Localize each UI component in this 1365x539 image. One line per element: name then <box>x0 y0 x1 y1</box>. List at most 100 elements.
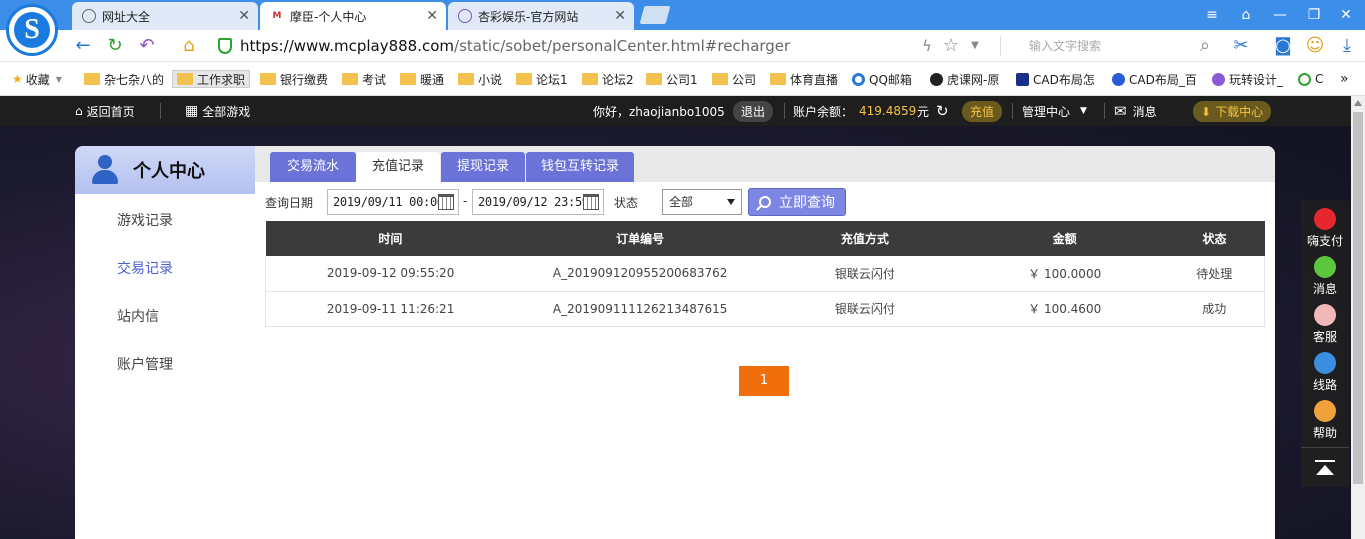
table-header-row: 时间 订单编号 充值方式 金额 状态 <box>265 221 1265 256</box>
sidebar-item-game-records[interactable]: 游戏记录 <box>117 210 173 230</box>
close-tab-icon[interactable]: ✕ <box>238 8 250 24</box>
cell-time: 2019-09-11 11:26:21 <box>265 291 516 327</box>
query-button[interactable]: 立即查询 <box>748 188 846 216</box>
bookmark-folder[interactable]: 银行缴费 <box>260 70 328 88</box>
bookmark-folder[interactable]: 考试 <box>342 70 386 88</box>
address-bar: ← ↻ ↶ ⌂ https://www.mcplay888.com/static… <box>0 30 1365 62</box>
cell-time: 2019-09-12 09:55:20 <box>265 256 516 292</box>
browser-tab-1[interactable]: 网址大全 ✕ <box>72 2 258 30</box>
bookmark-folder[interactable]: 小说 <box>458 70 502 88</box>
browser-logo-icon[interactable]: S <box>6 4 58 56</box>
bookmark-folder[interactable]: 暖通 <box>400 70 444 88</box>
browser-tab-2[interactable]: M 摩臣-个人中心 ✕ <box>260 2 446 30</box>
refresh-icon[interactable]: ↻ <box>104 35 126 57</box>
calendar-icon[interactable] <box>583 194 599 210</box>
new-tab-button[interactable] <box>639 6 671 24</box>
scroll-up-icon[interactable] <box>1354 100 1362 106</box>
messages-link[interactable]: ✉ 消息 <box>1114 96 1157 126</box>
bookmark-folder[interactable]: 论坛2 <box>582 70 634 88</box>
query-filters: 查询日期 2019/09/11 00:00 - 2019/09/12 23:59… <box>255 188 1275 216</box>
bookmark-folder[interactable]: 体育直播 <box>770 70 838 88</box>
image-search-icon[interactable]: ◙ <box>1272 35 1294 57</box>
tab-wallet-transfer-records[interactable]: 钱包互转记录 <box>526 152 634 182</box>
bookmark-folder[interactable]: 杂七杂八的 <box>84 70 164 88</box>
search-icon[interactable]: ⌕ <box>1194 35 1216 57</box>
bookmark-folder[interactable]: 公司 <box>712 70 756 88</box>
logout-button[interactable]: 退出 <box>733 96 774 126</box>
bookmark-link[interactable]: C <box>1298 70 1323 88</box>
scissors-icon[interactable]: ✂ <box>1230 35 1252 57</box>
site-top-nav: ⌂ 返回首页 ▦ 全部游戏 你好，zhaojianbo1005 退出 账户余额： 4… <box>0 96 1351 126</box>
cell-order-id: A_20190912095520068376​2 <box>515 256 766 292</box>
folder-icon <box>646 73 662 85</box>
home-link[interactable]: ⌂ 返回首页 <box>75 96 135 126</box>
star-icon[interactable]: ☆ <box>940 35 962 57</box>
grid-icon: ▦ <box>185 103 199 119</box>
sidebar-item-account-management[interactable]: 账户管理 <box>117 354 173 374</box>
bookmarks-bar: ★ 收藏 ▼ 杂七杂八的 工作求职 银行缴费 考试 暖通 小说 论坛1 论坛2 公司… <box>0 62 1365 96</box>
floatbar-service[interactable]: 客服 <box>1301 304 1349 345</box>
bookmark-link[interactable]: 虎课网-原 <box>930 70 999 88</box>
page-scrollbar[interactable] <box>1351 96 1365 539</box>
start-date-input[interactable]: 2019/09/11 00:00 <box>327 189 459 215</box>
status-select[interactable]: 全部 <box>662 189 742 215</box>
chevron-down-icon[interactable]: ▼ <box>964 35 986 57</box>
close-tab-icon[interactable]: ✕ <box>426 8 438 24</box>
column-header: 时间 <box>265 221 516 256</box>
close-tab-icon[interactable]: ✕ <box>614 8 626 24</box>
lightning-icon[interactable]: ϟ <box>916 35 938 57</box>
search-input[interactable]: 输入文字搜索 <box>1000 36 1215 56</box>
bookmark-folder[interactable]: 论坛1 <box>516 70 568 88</box>
emoji-icon[interactable]: ☺ <box>1304 35 1326 57</box>
bookmark-favorites[interactable]: ★ 收藏 ▼ <box>12 70 62 88</box>
help-icon <box>1314 400 1336 422</box>
folder-icon <box>712 73 728 85</box>
bookmark-link[interactable]: 玩转设计_ <box>1212 70 1283 88</box>
bookmark-link[interactable]: QQ邮箱 <box>852 70 912 88</box>
download-icon[interactable]: ⤓ <box>1336 35 1358 57</box>
url-field[interactable]: https://www.mcplay888.com/static/sobet/p… <box>218 34 918 58</box>
divider <box>1104 103 1105 119</box>
home-icon[interactable]: ⌂ <box>178 35 200 57</box>
close-window-icon[interactable]: ✕ <box>1336 5 1356 25</box>
cell-order-id: A_201909111126213487615 <box>515 291 766 327</box>
divider <box>160 103 161 119</box>
floatbar-message[interactable]: 消息 <box>1301 256 1349 297</box>
floatbar-route[interactable]: 线路 <box>1301 352 1349 393</box>
manage-center-menu[interactable]: 管理中心 ▼ <box>1022 96 1087 126</box>
scrollbar-thumb[interactable] <box>1353 112 1363 484</box>
bookmark-folder[interactable]: 公司1 <box>646 70 698 88</box>
sidebar-item-transaction-records[interactable]: 交易记录 <box>117 258 173 278</box>
tab-withdraw-records[interactable]: 提现记录 <box>441 152 525 182</box>
page-content: ⌂ 返回首页 ▦ 全部游戏 你好，zhaojianbo1005 退出 账户余额： 4… <box>0 96 1351 539</box>
restore-icon[interactable]: ❐ <box>1304 5 1324 25</box>
floatbar-help[interactable]: 帮助 <box>1301 400 1349 441</box>
sidebar-header: 个人中心 <box>75 146 255 194</box>
folder-icon <box>516 73 532 85</box>
end-date-input[interactable]: 2019/09/12 23:59 <box>472 189 604 215</box>
calendar-icon[interactable] <box>438 194 454 210</box>
date-label: 查询日期 <box>265 196 314 210</box>
bookmark-link[interactable]: CAD布局怎 <box>1016 70 1095 88</box>
browser-tab-3[interactable]: 杏彩娱乐-官方网站 ✕ <box>448 2 634 30</box>
table-row: 2019-09-11 11:26:21 A_201909111126213487… <box>265 291 1265 327</box>
menu-icon[interactable]: ≡ <box>1202 5 1222 25</box>
pagination-page-1[interactable]: 1 <box>739 366 789 396</box>
tab-transaction-flow[interactable]: 交易流水 <box>270 152 356 182</box>
floatbar-pay[interactable]: 嗨支付 <box>1301 208 1349 249</box>
bookmark-link[interactable]: CAD布局_百 <box>1112 70 1197 88</box>
minimize-icon[interactable]: — <box>1270 5 1290 25</box>
download-center-button[interactable]: ⬇ 下载中心 <box>1193 96 1272 126</box>
globe-icon <box>82 9 96 23</box>
bookmark-folder[interactable]: 工作求职 <box>172 70 251 88</box>
back-icon[interactable]: ← <box>72 35 94 57</box>
back-to-top-button[interactable] <box>1301 447 1349 487</box>
refresh-balance-icon[interactable]: ↻ <box>936 96 949 126</box>
tab-recharge-records[interactable]: 充值记录 <box>356 152 440 182</box>
all-games-link[interactable]: ▦ 全部游戏 <box>185 96 250 126</box>
undo-icon[interactable]: ↶ <box>136 35 158 57</box>
sidebar-item-inbox[interactable]: 站内信 <box>117 306 159 326</box>
recharge-button[interactable]: 充值 <box>962 96 1003 126</box>
more-bookmarks-icon[interactable]: » <box>1340 70 1349 88</box>
shirt-skin-icon[interactable]: ⌂ <box>1236 5 1256 25</box>
